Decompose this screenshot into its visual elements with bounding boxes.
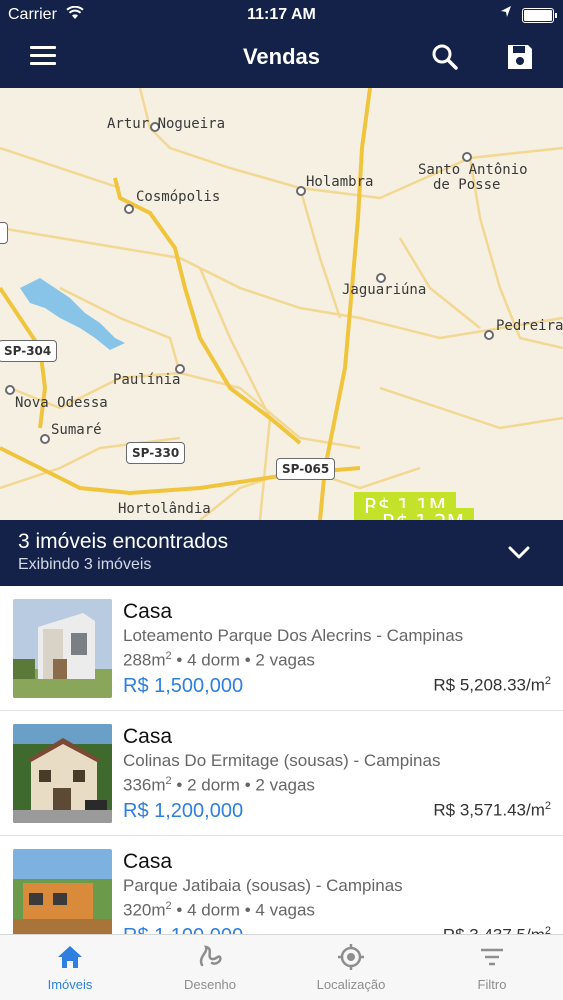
chevron-down-icon <box>508 546 530 559</box>
listing-type: Casa <box>123 850 173 873</box>
ppm-unit: 2 <box>544 925 551 934</box>
city-dot <box>484 330 494 340</box>
tab-imoveis[interactable]: Imóveis <box>0 935 140 1000</box>
save-icon <box>508 45 532 69</box>
search-button[interactable] <box>430 42 460 72</box>
tab-bar: Imóveis Desenho Localização Filtro <box>0 934 563 1000</box>
status-bar: Carrier 11:17 AM <box>0 0 563 30</box>
tab-label: Filtro <box>477 977 507 992</box>
city-dot <box>124 204 134 214</box>
city-dot <box>296 186 306 196</box>
tab-filtro[interactable]: Filtro <box>422 935 562 1000</box>
tab-label: Localização <box>316 977 386 992</box>
area-unit: 2 <box>165 775 172 787</box>
listing-price-per-m2: R$ 3,571.43/m2 <box>433 800 551 821</box>
location-icon <box>338 944 364 970</box>
listing-type: Casa <box>123 725 173 748</box>
home-icon <box>58 946 82 968</box>
listing-address: Parque Jatibaia (sousas) - Campinas <box>123 876 403 895</box>
map-roads <box>0 88 563 520</box>
road-shield-partial <box>0 222 8 244</box>
listing-area: 336m <box>123 775 166 795</box>
listing-spaces: 4 vagas <box>255 900 315 920</box>
road-shield-sp-304: SP-304 <box>0 340 58 362</box>
results-count: 3 imóveis encontrados <box>18 530 229 553</box>
collapse-button[interactable] <box>505 540 533 564</box>
page-title: Vendas <box>242 44 321 69</box>
city-label-sumare: Sumaré <box>51 422 102 438</box>
listing-spaces: 2 vagas <box>255 775 315 795</box>
property-photo <box>13 849 112 934</box>
search-icon <box>432 44 458 70</box>
area-unit: 2 <box>165 650 172 662</box>
nav-bar: Vendas <box>0 30 563 88</box>
city-label-jaguariuna: Jaguariúna <box>342 282 427 298</box>
property-photo <box>13 724 112 823</box>
listing-row[interactable]: Casa Colinas Do Ermitage (sousas) - Camp… <box>0 711 563 836</box>
city-label-santo-antonio: Santo Antônio <box>418 162 528 178</box>
city-dot <box>5 385 15 395</box>
listing-features: 336m2 • 2 dorm • 2 vagas <box>123 775 315 795</box>
listing-area: 288m <box>123 650 166 670</box>
listing-address: Colinas Do Ermitage (sousas) - Campinas <box>123 751 441 770</box>
draw-icon <box>199 945 222 967</box>
ppm-unit: 2 <box>544 675 551 687</box>
city-label-nova-odessa: Nova Odessa <box>15 395 108 411</box>
listing-rooms: 4 dorm <box>187 900 240 920</box>
city-dot <box>462 152 472 162</box>
map-view[interactable]: Artur Nogueira Cosmópolis Holambra Santo… <box>0 88 563 520</box>
listing-type: Casa <box>123 600 173 623</box>
tab-label: Imóveis <box>47 977 93 992</box>
listing-area: 320m <box>123 900 166 920</box>
city-label-cosmopolis: Cosmópolis <box>136 189 221 205</box>
city-dot <box>40 434 50 444</box>
listing-features: 320m2 • 4 dorm • 4 vagas <box>123 900 315 920</box>
city-label-holambra: Holambra <box>306 174 374 190</box>
listing-price-per-m2: R$ 3,437.5/m2 <box>443 925 551 934</box>
city-label-paulinia: Paulínia <box>113 372 181 388</box>
listing-features: 288m2 • 4 dorm • 2 vagas <box>123 650 315 670</box>
listing-rooms: 2 dorm <box>187 775 240 795</box>
listing-row[interactable]: Casa Loteamento Parque Dos Alecrins - Ca… <box>0 586 563 711</box>
tab-label: Desenho <box>183 977 237 992</box>
city-label-de-posse: de Posse <box>433 177 501 193</box>
listing-row[interactable]: Casa Parque Jatibaia (sousas) - Campinas… <box>0 836 563 934</box>
tab-localizacao[interactable]: Localização <box>281 935 421 1000</box>
price-per-m2-value: R$ 5,208.33/m <box>433 675 545 695</box>
road-shield-sp-330: SP-330 <box>126 442 186 464</box>
listing-address: Loteamento Parque Dos Alecrins - Campina… <box>123 626 464 645</box>
area-unit: 2 <box>165 900 172 912</box>
city-label-hortolandia: Hortolândia <box>118 501 211 517</box>
listing-list[interactable]: Casa Loteamento Parque Dos Alecrins - Ca… <box>0 586 563 934</box>
clock: 11:17 AM <box>247 6 316 23</box>
price-marker[interactable]: R$ 1.2M <box>372 508 475 520</box>
results-subtitle: Exibindo 3 imóveis <box>18 556 152 573</box>
filter-icon <box>481 948 503 966</box>
listing-spaces: 2 vagas <box>255 650 315 670</box>
price-per-m2-value: R$ 3,571.43/m <box>433 800 545 820</box>
ppm-unit: 2 <box>544 800 551 812</box>
tab-desenho[interactable]: Desenho <box>140 935 280 1000</box>
city-label-pedreira: Pedreira <box>496 318 563 334</box>
listing-price: R$ 1,200,000 <box>123 800 244 822</box>
location-arrow-icon <box>500 5 512 22</box>
listing-price: R$ 1,100,000 <box>123 925 243 934</box>
results-header[interactable]: 3 imóveis encontrados Exibindo 3 imóveis <box>0 520 563 586</box>
save-button[interactable] <box>505 42 535 72</box>
road-shield-sp-065: SP-065 <box>276 458 336 480</box>
city-label-artur-nogueira: Artur Nogueira <box>107 116 226 132</box>
listing-rooms: 4 dorm <box>187 650 240 670</box>
listing-price-per-m2: R$ 5,208.33/m2 <box>433 675 551 696</box>
listing-price: R$ 1,500,000 <box>123 675 244 697</box>
battery-icon <box>522 8 557 23</box>
top-bar: Carrier 11:17 AM Vendas <box>0 0 563 88</box>
property-photo <box>13 599 112 698</box>
price-per-m2-value: R$ 3,437.5/m <box>443 926 545 934</box>
